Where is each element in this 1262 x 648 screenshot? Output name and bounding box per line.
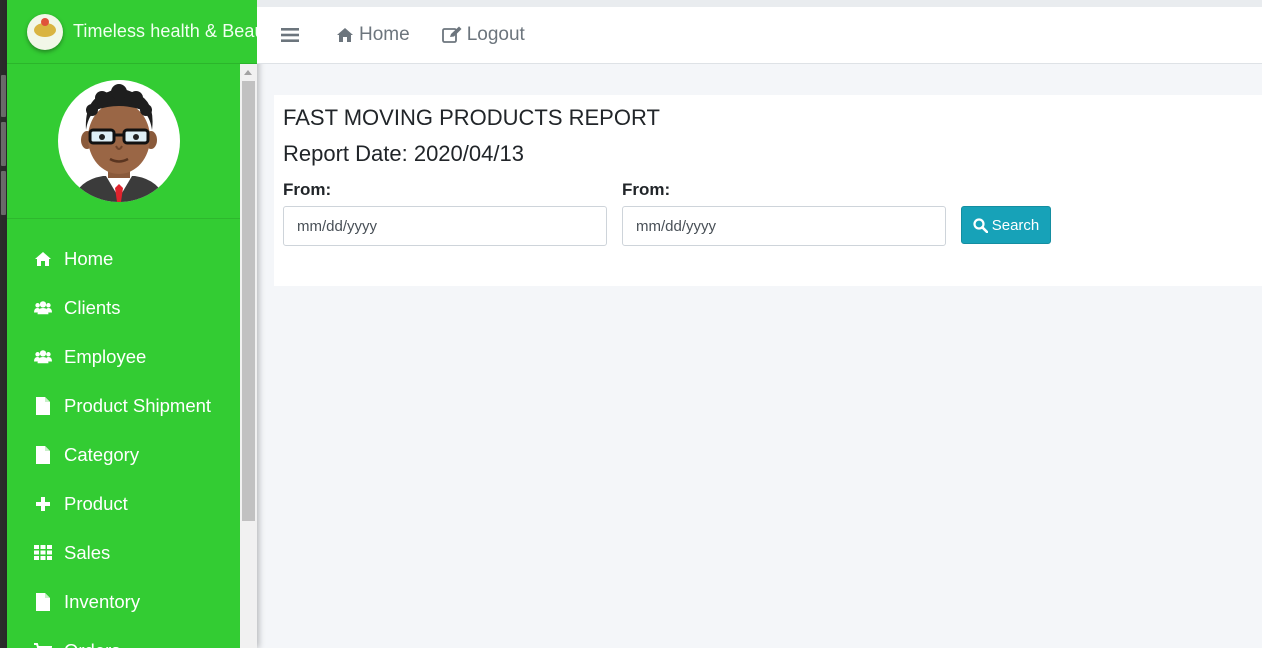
from-date-label: From:: [283, 180, 332, 199]
sidebar-item-product-shipment[interactable]: Product Shipment: [7, 381, 240, 430]
sidebar-item-clients[interactable]: Clients: [7, 283, 240, 332]
sidebar-item-label: Orders: [64, 640, 121, 648]
edge-tab: [1, 171, 6, 215]
sidebar-item-orders[interactable]: Orders: [7, 626, 240, 648]
top-navbar: Home Logout: [257, 0, 1262, 64]
menu-toggle-button[interactable]: [281, 27, 304, 43]
sidebar-item-product[interactable]: Product: [7, 479, 240, 528]
brand-link[interactable]: Timeless health & Beau: [7, 0, 257, 64]
grid-icon: [34, 544, 52, 562]
users-icon: [34, 299, 52, 317]
sidebar-scrollbar[interactable]: [240, 64, 257, 648]
user-panel: [7, 65, 240, 219]
hamburger-icon: [281, 28, 299, 42]
sidebar-item-label: Inventory: [64, 590, 141, 612]
edge-tab: [1, 75, 6, 117]
sidebar-item-label: Product Shipment: [64, 394, 212, 416]
logout-nav-label: Logout: [466, 24, 525, 45]
sidebar-item-label: Sales: [64, 541, 111, 563]
sidebar-item-sales[interactable]: Sales: [7, 528, 240, 577]
page-title: FAST MOVING PRODUCTS REPORT: [283, 105, 660, 130]
search-button-label: Search: [991, 216, 1040, 234]
brand-name: Timeless health & Beau: [73, 21, 257, 41]
scroll-up-arrow-icon[interactable]: [244, 70, 252, 75]
brand-logo: [27, 13, 63, 50]
to-date-input[interactable]: [622, 206, 946, 246]
home-icon: [337, 28, 353, 42]
logout-nav-link[interactable]: Logout: [441, 24, 525, 46]
home-icon: [34, 250, 52, 268]
plus-icon: [34, 495, 52, 513]
sidebar-item-category[interactable]: Category: [7, 430, 240, 479]
sidebar-item-label: Clients: [64, 296, 121, 318]
sidebar-item-inventory[interactable]: Inventory: [7, 577, 240, 626]
to-date-label: From:: [622, 180, 671, 199]
sidebar-item-label: Employee: [64, 345, 147, 367]
report-card: FAST MOVING PRODUCTS REPORT Report Date:…: [274, 95, 1262, 286]
edge-tab: [1, 122, 6, 166]
search-icon: [973, 217, 988, 233]
sidebar-item-label: Category: [64, 443, 140, 465]
sidebar-item-label: Product: [64, 492, 128, 514]
file-icon: [34, 396, 52, 415]
search-button[interactable]: Search: [961, 206, 1051, 244]
file-icon: [34, 445, 52, 464]
from-date-input[interactable]: [283, 206, 607, 246]
file-icon: [34, 592, 52, 611]
edit-icon: [441, 26, 462, 43]
sidebar-item-label: Home: [64, 247, 114, 269]
sidebar-item-home[interactable]: Home: [7, 234, 240, 283]
users-icon: [34, 348, 52, 366]
home-nav-link[interactable]: Home: [336, 24, 410, 46]
cart-icon: [34, 642, 52, 648]
home-nav-label: Home: [359, 24, 410, 45]
sidebar: Timeless health & Beau Home Clients Empl…: [7, 0, 257, 648]
sidebar-item-employee[interactable]: Employee: [7, 332, 240, 381]
desktop-edge: [0, 0, 7, 648]
sidebar-nav: Home Clients Employee Product Shipment C…: [7, 234, 240, 648]
report-date: Report Date: 2020/04/13: [283, 141, 524, 166]
avatar[interactable]: [58, 80, 180, 202]
scroll-thumb[interactable]: [242, 81, 255, 521]
